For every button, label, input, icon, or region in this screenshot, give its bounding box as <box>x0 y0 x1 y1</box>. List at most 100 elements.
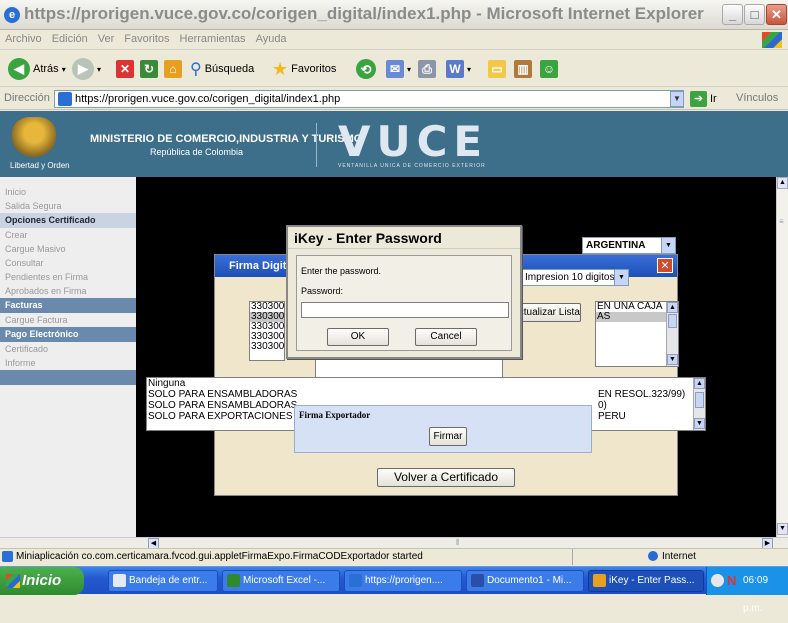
address-input[interactable]: https://prorigen.vuce.gov.co/corigen_dig… <box>54 90 684 108</box>
browser-window: e https://prorigen.vuce.gov.co/corigen_d… <box>0 0 788 614</box>
maximize-button[interactable]: □ <box>744 4 765 25</box>
edit-button[interactable]: W ▾ <box>446 57 471 81</box>
task-label: Microsoft Excel -... <box>243 575 326 586</box>
folder-icon: ▭ <box>488 60 506 78</box>
ok-button[interactable]: OK <box>327 328 389 346</box>
ie-icon <box>349 574 362 587</box>
mail-icon: ✉ <box>386 60 404 78</box>
sidebar-item-certificado[interactable]: Certificado <box>0 342 136 356</box>
page-horizontal-scrollbar[interactable]: ◀ ⦀ ▶ <box>0 537 788 549</box>
scroll-up-icon[interactable]: ▲ <box>777 177 788 189</box>
go-button[interactable]: ➔ Ir <box>690 91 717 107</box>
menu-edicion[interactable]: Edición <box>47 30 93 48</box>
product-list-scrollbar[interactable]: ▲ ▼ <box>666 302 678 366</box>
sidebar-item-cargue-masivo[interactable]: Cargue Masivo <box>0 242 136 256</box>
vuce-subtitle: VENTANILLA UNICA DE COMERCIO EXTERIOR <box>338 163 486 169</box>
tray-icon[interactable] <box>711 574 724 587</box>
scroll-down-icon[interactable]: ▼ <box>694 418 705 429</box>
sidebar: Inicio Salida Segura Opciones Certificad… <box>0 177 136 537</box>
address-dropdown-button[interactable]: ▼ <box>670 91 684 107</box>
task-excel[interactable]: Microsoft Excel -... <box>222 570 340 592</box>
forward-arrow-icon: ▶ <box>72 58 94 80</box>
start-label: Inicio <box>22 572 62 589</box>
menu-favoritos[interactable]: Favoritos <box>119 30 174 48</box>
task-ie-prorigen[interactable]: https://prorigen.... <box>344 570 462 592</box>
task-outlook[interactable]: Bandeja de entr... <box>108 570 218 592</box>
scroll-up-icon[interactable]: ▲ <box>667 302 678 313</box>
sidebar-item-informe[interactable]: Informe <box>0 356 136 370</box>
mail-button[interactable]: ✉ ▾ <box>386 57 411 81</box>
scroll-thumb[interactable] <box>668 314 677 328</box>
vuce-banner: Libertad y Orden MINISTERIO DE COMERCIO,… <box>0 111 788 177</box>
republica-label: República de Colombia <box>150 147 244 157</box>
scroll-down-icon[interactable]: ▼ <box>667 354 678 365</box>
links-button[interactable]: Vínculos <box>736 92 778 104</box>
list-item[interactable]: Ninguna <box>147 378 705 389</box>
sidebar-item-pendientes-en-firma[interactable]: Pendientes en Firma <box>0 270 136 284</box>
ikey-password-dialog: iKey - Enter Password Enter the password… <box>286 225 522 359</box>
close-button[interactable]: ✕ <box>766 4 787 25</box>
refresh-icon: ↻ <box>140 60 158 78</box>
stop-button[interactable]: ✕ <box>116 57 134 81</box>
scroll-down-icon[interactable]: ▼ <box>777 523 788 535</box>
sidebar-item-aprobados-en-firma[interactable]: Aprobados en Firma <box>0 284 136 298</box>
cancel-button[interactable]: Cancel <box>415 328 477 346</box>
history-button[interactable]: ⟲ <box>356 57 376 81</box>
impresion-select[interactable]: Impresion 10 digitos ▼ <box>521 269 629 286</box>
favorites-button[interactable]: ★ Favoritos <box>272 57 336 81</box>
norton-icon[interactable]: N <box>727 567 736 595</box>
menu-ayuda[interactable]: Ayuda <box>251 30 292 48</box>
page-vertical-scrollbar[interactable]: ▲ ≡ ▼ <box>776 177 788 537</box>
sidebar-item-salida-segura[interactable]: Salida Segura <box>0 199 136 213</box>
product-list[interactable]: EN UNA CAJA AS ▲ ▼ <box>595 301 679 367</box>
applet-close-button[interactable]: ✕ <box>657 258 673 273</box>
task-label: Bandeja de entr... <box>129 575 208 586</box>
firma-exportador-label: Firma Exportador <box>299 410 371 420</box>
banner-divider <box>316 123 317 167</box>
excel-icon <box>227 574 240 587</box>
menu-ver[interactable]: Ver <box>93 30 120 48</box>
minimize-button[interactable]: _ <box>722 4 743 25</box>
home-button[interactable]: ⌂ <box>164 57 182 81</box>
favorites-label: Favoritos <box>291 63 337 75</box>
sidebar-section-opciones-certificado: Opciones Certificado <box>0 213 136 228</box>
start-button[interactable]: Inicio <box>0 567 84 595</box>
volver-certificado-button[interactable]: Volver a Certificado <box>377 468 515 487</box>
back-button[interactable]: ◀ Atrás ▾ <box>8 57 66 81</box>
scroll-thumb[interactable] <box>695 392 704 408</box>
password-input[interactable] <box>301 302 509 318</box>
task-ikey[interactable]: iKey - Enter Pass... <box>588 570 704 592</box>
research-button[interactable]: ▥ <box>514 57 532 81</box>
sidebar-item-consultar[interactable]: Consultar <box>0 256 136 270</box>
home-icon: ⌂ <box>164 60 182 78</box>
task-label: Documento1 - Mi... <box>487 575 572 586</box>
dialog-prompt: Enter the password. <box>301 266 382 276</box>
list-item[interactable]: 3303000 <box>250 342 284 352</box>
forward-button[interactable]: ▶ ▾ <box>72 57 101 81</box>
scroll-up-icon[interactable]: ▲ <box>694 378 705 389</box>
folder-button[interactable]: ▭ <box>488 57 506 81</box>
task-word[interactable]: Documento1 - Mi... <box>466 570 584 592</box>
print-button[interactable]: ⎙ <box>418 57 436 81</box>
messenger-icon: ☺ <box>540 60 558 78</box>
dropdown-icon: ▾ <box>97 64 102 74</box>
menu-herramientas[interactable]: Herramientas <box>175 30 251 48</box>
refresh-button[interactable]: ↻ <box>140 57 158 81</box>
task-label: https://prorigen.... <box>365 575 443 586</box>
vuce-logo: VUCE <box>338 117 489 166</box>
search-button[interactable]: ⚲ Búsqueda <box>190 57 254 81</box>
sidebar-item-inicio[interactable]: Inicio <box>0 185 136 199</box>
notes-scrollbar[interactable]: ▲ ▼ <box>693 378 705 430</box>
star-icon: ★ <box>272 58 289 79</box>
sidebar-item-cargue-factura[interactable]: Cargue Factura <box>0 313 136 327</box>
codes-list[interactable]: 330300 330300 330300 330300 3303000 <box>249 301 285 361</box>
messenger-button[interactable]: ☺ <box>540 57 558 81</box>
ministry-name: MINISTERIO DE COMERCIO,INDUSTRIA Y TURIS… <box>90 133 363 145</box>
back-label: Atrás <box>33 63 59 75</box>
status-bar: Miniaplicación co.com.certicamara.fvcod.… <box>0 548 788 565</box>
firmar-button[interactable]: Firmar <box>429 427 467 446</box>
sidebar-section-facturas: Facturas <box>0 298 136 313</box>
country-select[interactable]: ARGENTINA ▼ <box>582 237 676 254</box>
sidebar-item-crear[interactable]: Crear <box>0 228 136 242</box>
menu-archivo[interactable]: Archivo <box>0 30 47 48</box>
